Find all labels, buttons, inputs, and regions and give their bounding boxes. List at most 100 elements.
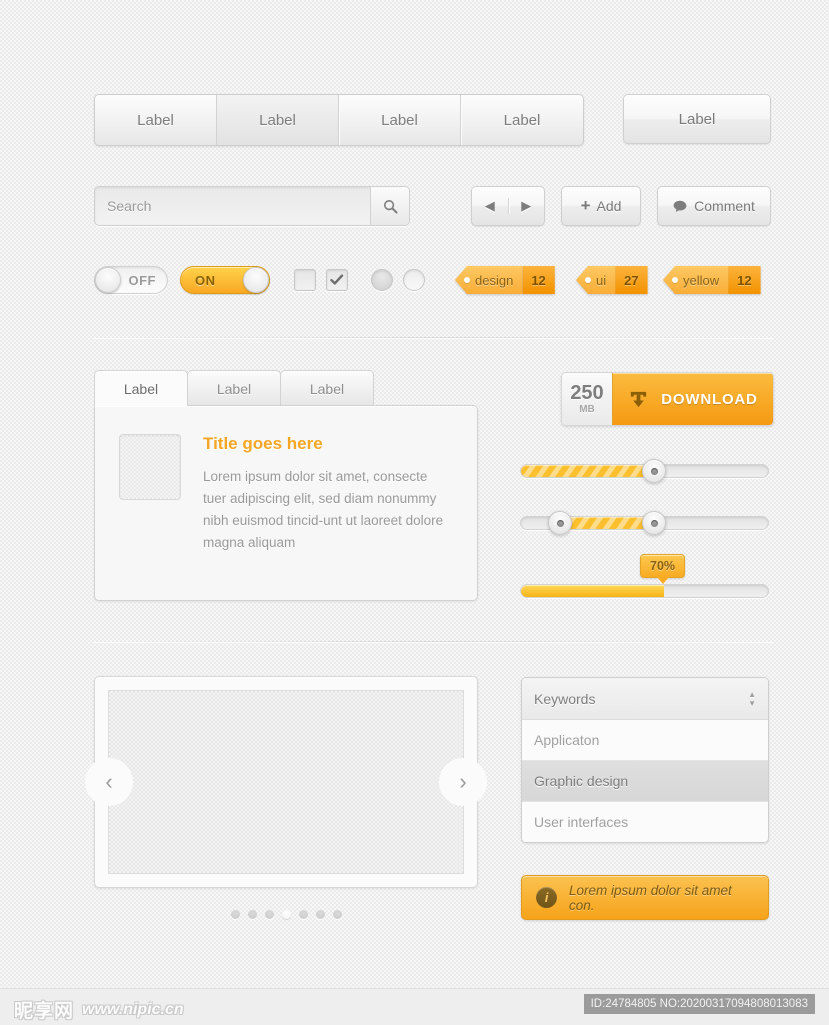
- image-id-badge: ID:24784805 NO:20200317094808013083: [583, 994, 815, 1014]
- toggle-switch-on[interactable]: ON: [180, 266, 270, 294]
- select-item-user-interfaces-label: User interfaces: [534, 814, 629, 830]
- tag-design-hole-icon: [464, 277, 470, 283]
- carousel-dot-6[interactable]: [315, 910, 325, 919]
- range-slider[interactable]: [520, 511, 769, 535]
- standalone-button[interactable]: Label: [623, 94, 771, 144]
- tag-ui-count: 27: [615, 266, 648, 294]
- image-id-text: ID:24784805 NO:20200317094808013083: [590, 998, 808, 1010]
- watermark: 昵享网 www.nipic.cn: [14, 996, 184, 1023]
- keywords-select-list[interactable]: Keywords ▲ ▼ Applicaton Graphic design U…: [521, 677, 769, 843]
- tag-ui-hole-icon: [585, 277, 591, 283]
- select-header[interactable]: Keywords ▲ ▼: [522, 678, 768, 720]
- content-body: Lorem ipsum dolor sit amet, consecte tue…: [203, 469, 444, 550]
- toggle-off-label: OFF: [128, 272, 156, 288]
- tag-yellow-hole-icon: [672, 277, 678, 283]
- tag-design-count: 12: [522, 266, 555, 294]
- tag-design-label: design: [475, 272, 514, 288]
- tag-ui-body: ui: [576, 266, 616, 294]
- segmented-button-4[interactable]: Label: [461, 95, 583, 145]
- carousel-dot-2[interactable]: [247, 910, 257, 919]
- radio-unselected[interactable]: [403, 269, 425, 291]
- toggle-off-knob[interactable]: [95, 267, 121, 293]
- watermark-url-text: www.nipic.cn: [82, 1000, 184, 1018]
- spinner-arrows-icon[interactable]: ▲ ▼: [748, 690, 756, 707]
- tag-design[interactable]: design 12: [455, 266, 555, 294]
- select-item-applicaton[interactable]: Applicaton: [522, 720, 768, 761]
- toggle-on-knob[interactable]: [243, 267, 269, 293]
- tag-yellow-count: 12: [728, 266, 761, 294]
- select-header-label: Keywords: [534, 690, 596, 707]
- progress-slider-fill: [521, 585, 665, 597]
- checkbox-unchecked[interactable]: [294, 269, 316, 291]
- tab-3[interactable]: Label: [280, 370, 374, 406]
- segmented-button-3-label: Label: [381, 111, 418, 129]
- segmented-button-2-label: Label: [259, 111, 296, 129]
- select-item-user-interfaces[interactable]: User interfaces: [522, 802, 768, 842]
- search-input[interactable]: [95, 198, 370, 214]
- carousel-pagination[interactable]: [94, 910, 478, 919]
- next-icon: ▶: [521, 198, 532, 213]
- spinner-up-icon[interactable]: ▲: [748, 690, 756, 698]
- checkbox-checked[interactable]: [326, 269, 348, 291]
- toggle-switch-off[interactable]: OFF: [94, 266, 168, 294]
- tab-3-label: Label: [309, 380, 345, 397]
- carousel-dot-5[interactable]: [298, 910, 308, 919]
- carousel-dot-3[interactable]: [264, 910, 274, 919]
- select-item-applicaton-label: Applicaton: [534, 732, 600, 748]
- prev-button[interactable]: ◀: [472, 198, 509, 214]
- single-slider-fill: [521, 465, 650, 477]
- carousel-dot-7[interactable]: [332, 910, 342, 919]
- single-handle-slider[interactable]: [520, 459, 769, 483]
- progress-slider[interactable]: [520, 584, 769, 598]
- download-label: DOWNLOAD: [661, 390, 758, 408]
- download-action[interactable]: DOWNLOAD: [612, 373, 773, 425]
- add-button[interactable]: + Add: [561, 186, 641, 226]
- next-button[interactable]: ▶: [509, 198, 545, 214]
- tab-bar[interactable]: Label Label Label: [94, 370, 374, 406]
- select-item-graphic-design[interactable]: Graphic design: [522, 761, 768, 802]
- comment-button[interactable]: Comment: [657, 186, 771, 226]
- tag-yellow[interactable]: yellow 12: [663, 266, 761, 294]
- segmented-button-1[interactable]: Label: [95, 95, 217, 145]
- content-text-block: Title goes here Lorem ipsum dolor sit am…: [203, 434, 453, 572]
- segmented-button-group[interactable]: Label Label Label Label: [94, 94, 584, 146]
- range-slider-handle-left[interactable]: [548, 511, 573, 535]
- progress-tooltip-value: 70%: [650, 559, 676, 573]
- single-slider-handle[interactable]: [642, 459, 667, 483]
- content-thumbnail: [119, 434, 181, 500]
- segmented-button-3[interactable]: Label: [339, 95, 461, 145]
- carousel-prev-button[interactable]: ‹: [85, 758, 133, 806]
- tab-1[interactable]: Label: [94, 370, 188, 406]
- carousel-next-icon: ›: [459, 769, 467, 794]
- carousel-dot-1[interactable]: [230, 910, 240, 919]
- ui-kit-canvas: Label Label Label Label Label ◀ ▶ + Add: [0, 0, 829, 1025]
- carousel-prev-icon: ‹: [105, 769, 113, 794]
- tab-1-label: Label: [123, 380, 159, 397]
- carousel-dot-4[interactable]: [281, 910, 291, 919]
- select-item-graphic-design-label: Graphic design: [534, 773, 629, 789]
- toggle-on-label: ON: [195, 272, 216, 288]
- add-button-label: Add: [596, 198, 622, 214]
- radio-selected[interactable]: [371, 269, 393, 291]
- search-button[interactable]: [370, 187, 409, 225]
- range-slider-handle-right[interactable]: [642, 511, 667, 535]
- spinner-down-icon[interactable]: ▼: [748, 699, 756, 707]
- tag-ui[interactable]: ui 27: [576, 266, 648, 294]
- magnifier-icon: [383, 199, 398, 214]
- divider-bottom: [93, 641, 773, 642]
- info-notification[interactable]: i Lorem ipsum dolor sit amet con.: [521, 875, 769, 920]
- download-size-value: 250: [570, 381, 604, 404]
- segmented-button-1-label: Label: [137, 111, 174, 129]
- speech-bubble-icon: [673, 200, 687, 212]
- carousel-next-button[interactable]: ›: [439, 758, 487, 806]
- info-icon: i: [536, 887, 557, 908]
- tag-ui-label: ui: [596, 272, 607, 288]
- prev-next-button-group[interactable]: ◀ ▶: [471, 186, 545, 226]
- image-carousel[interactable]: ‹ ›: [85, 676, 487, 888]
- info-notification-text: Lorem ipsum dolor sit amet con.: [569, 882, 732, 913]
- search-field[interactable]: [94, 186, 410, 226]
- segmented-button-2[interactable]: Label: [217, 95, 339, 145]
- progress-tooltip: 70%: [640, 554, 686, 584]
- download-button[interactable]: 250 MB DOWNLOAD: [561, 372, 774, 426]
- tab-2[interactable]: Label: [187, 370, 281, 406]
